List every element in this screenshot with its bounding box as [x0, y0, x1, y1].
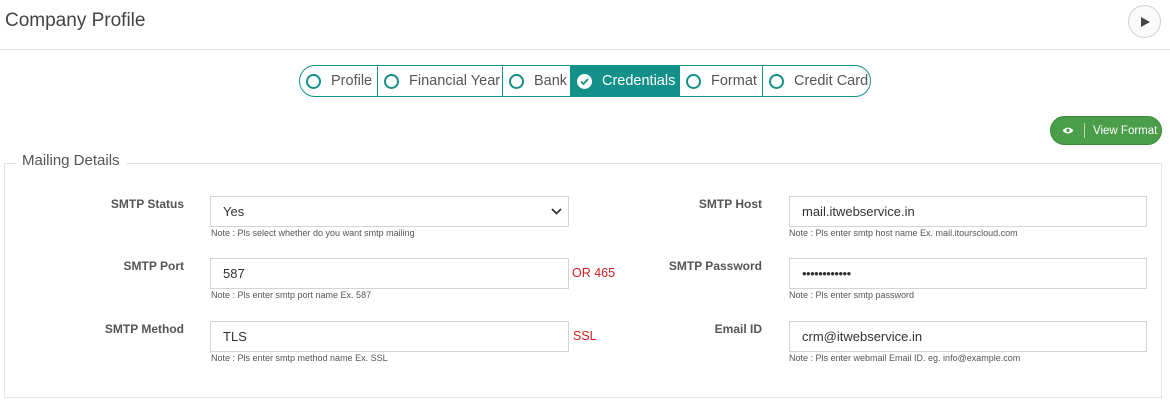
smtp-port-note: Note : Pls enter smtp port name Ex. 587	[211, 290, 372, 300]
view-format-button[interactable]: View Format	[1050, 116, 1162, 145]
tab-label: Credentials	[602, 73, 676, 89]
divider	[1084, 123, 1085, 138]
smtp-password-note: Note : Pls enter smtp password	[789, 290, 915, 300]
smtp-status-label: SMTP Status	[110, 197, 184, 211]
tab-label: Format	[711, 73, 757, 89]
section-title: Mailing Details	[16, 152, 126, 169]
smtp-method-note: Note : Pls enter smtp method name Ex. SS…	[211, 353, 388, 363]
tab-label: Financial Year	[409, 73, 501, 89]
email-id-input[interactable]: crm@itwebservice.in	[789, 321, 1147, 352]
page-header: Company Profile	[0, 0, 1170, 50]
tab-label: Profile	[331, 73, 373, 89]
tab-label: Bank	[534, 73, 568, 89]
smtp-password-label: SMTP Password	[668, 259, 762, 273]
smtp-status-note: Note : Pls select whether do you want sm…	[211, 228, 415, 238]
tab-profile[interactable]: Profile	[300, 66, 378, 96]
page-title: Company Profile	[5, 10, 146, 31]
email-id-label: Email ID	[714, 322, 762, 336]
smtp-host-note: Note : Pls enter smtp host name Ex. mail…	[789, 228, 1018, 238]
tab-credentials[interactable]: Credentials	[571, 66, 680, 96]
play-button[interactable]	[1128, 5, 1161, 38]
smtp-password-input[interactable]: ••••••••••••	[789, 258, 1147, 289]
radio-circle-icon	[509, 73, 524, 89]
smtp-status-select[interactable]: Yes	[210, 196, 569, 227]
tab-bank[interactable]: Bank	[503, 66, 571, 96]
smtp-method-input[interactable]: TLS	[210, 321, 569, 352]
radio-circle-icon	[384, 73, 399, 89]
smtp-host-input[interactable]: mail.itwebservice.in	[789, 196, 1147, 227]
smtp-status-value: Yes	[223, 204, 245, 219]
email-id-note: Note : Pls enter webmail Email ID. eg. i…	[789, 353, 1021, 363]
eye-icon	[1062, 126, 1074, 135]
smtp-port-alternative: OR 465	[572, 266, 616, 280]
tab-format[interactable]: Format	[680, 66, 763, 96]
chevron-down-icon	[551, 208, 562, 215]
smtp-port-input[interactable]: 587	[210, 258, 569, 289]
radio-circle-icon	[306, 73, 321, 89]
smtp-method-alternative: SSL	[573, 329, 597, 343]
check-icon	[577, 73, 592, 89]
smtp-host-label: SMTP Host	[698, 197, 762, 211]
tab-credit-card[interactable]: Credit Card	[763, 66, 870, 96]
radio-circle-icon	[686, 73, 701, 89]
tab-financial-year[interactable]: Financial Year	[378, 66, 503, 96]
smtp-port-label: SMTP Port	[123, 259, 184, 273]
play-icon	[1140, 16, 1150, 27]
profile-tabs: Profile Financial Year Bank Credentials …	[299, 65, 871, 97]
radio-circle-icon	[769, 73, 784, 89]
view-format-label: View Format	[1093, 124, 1158, 137]
tab-label: Credit Card	[794, 73, 869, 89]
smtp-method-label: SMTP Method	[104, 322, 184, 336]
